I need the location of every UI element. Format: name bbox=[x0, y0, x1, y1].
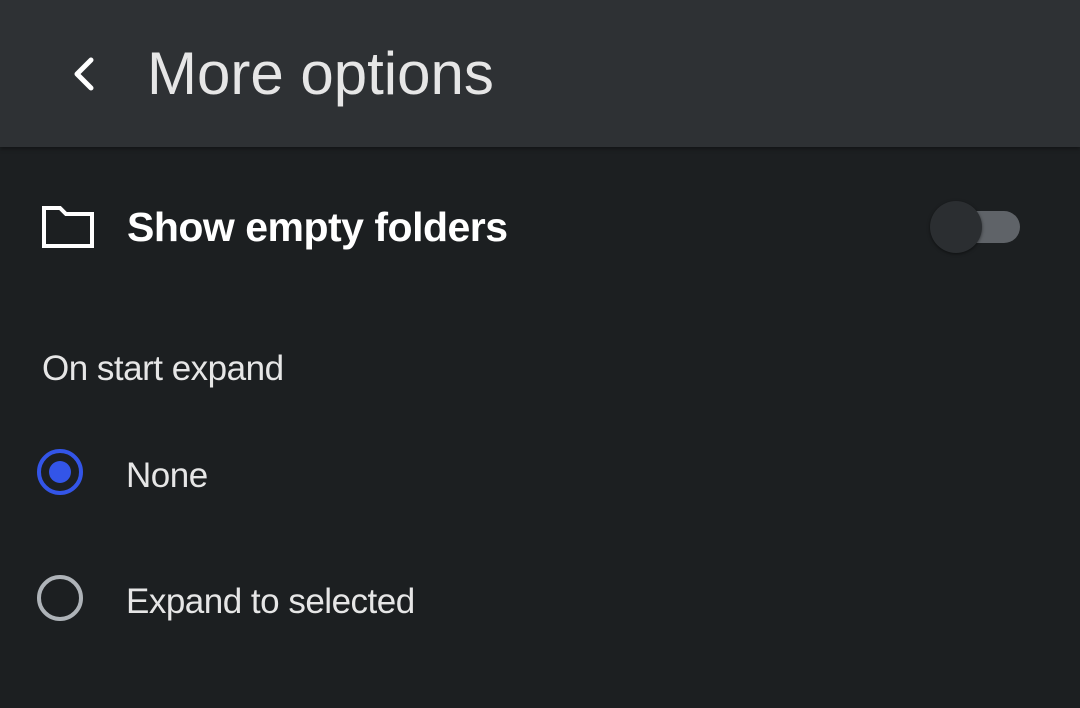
radio-button-unchecked[interactable] bbox=[37, 575, 83, 621]
show-empty-folders-row[interactable]: Show empty folders bbox=[0, 160, 1080, 294]
radio-button-checked[interactable] bbox=[37, 449, 83, 495]
radio-dot bbox=[49, 461, 71, 483]
radio-label-none: None bbox=[126, 456, 208, 495]
app-bar: More options bbox=[0, 0, 1080, 147]
radio-option-none[interactable]: None bbox=[0, 421, 1080, 531]
on-start-expand-heading: On start expand bbox=[42, 349, 284, 388]
folder-icon bbox=[42, 206, 94, 248]
page-title: More options bbox=[147, 40, 494, 107]
show-empty-folders-label: Show empty folders bbox=[127, 204, 508, 250]
radio-label-expand-to-selected: Expand to selected bbox=[126, 582, 415, 621]
back-button[interactable] bbox=[56, 46, 112, 102]
switch-thumb bbox=[930, 201, 982, 253]
show-empty-folders-switch[interactable] bbox=[928, 198, 1024, 254]
chevron-left-icon bbox=[74, 57, 94, 91]
radio-option-expand-to-selected[interactable]: Expand to selected bbox=[0, 547, 1080, 657]
